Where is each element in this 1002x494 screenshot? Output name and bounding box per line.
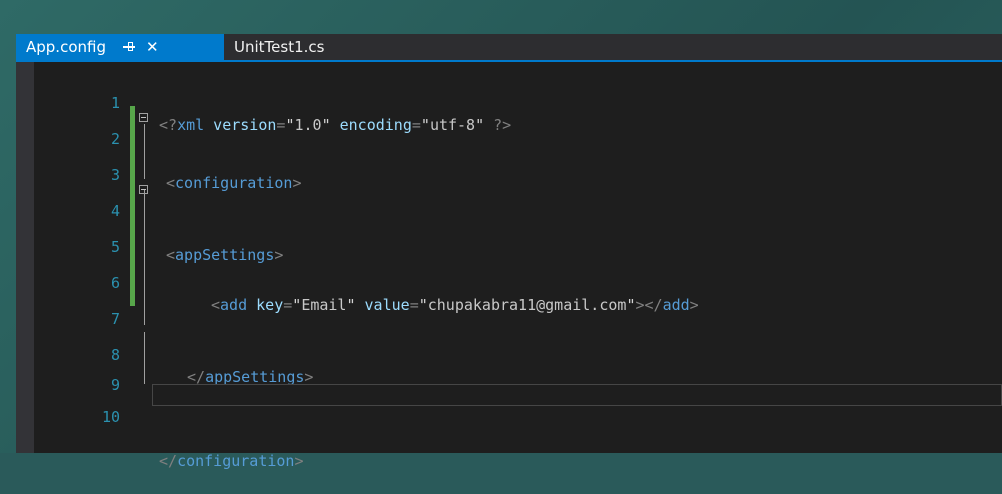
token: > xyxy=(294,452,304,470)
desktop-background: App.config ✕ UnitTest1.cs 1 <?xml versio… xyxy=(0,0,1002,470)
line-content: </configuration> xyxy=(159,450,304,472)
tab-label: App.config xyxy=(26,38,106,56)
code-line[interactable]: 5 xyxy=(34,214,1002,256)
token: configuration xyxy=(177,452,295,470)
fold-minus-icon[interactable] xyxy=(139,113,148,122)
code-line[interactable]: 9 xyxy=(34,352,1002,394)
code-editor[interactable]: 1 <?xml version="1.0" encoding="utf-8" ?… xyxy=(34,62,1002,470)
code-line[interactable]: 3 xyxy=(34,142,1002,184)
tab-app-config[interactable]: App.config ✕ xyxy=(16,34,224,60)
left-margin-strip xyxy=(16,62,34,453)
token: </ xyxy=(159,452,178,470)
code-line[interactable]: 6 <add key="Email" value="chupakabra11@g… xyxy=(34,250,1002,314)
current-line-highlight xyxy=(152,384,1002,406)
code-line[interactable]: 1 <?xml version="1.0" encoding="utf-8" ?… xyxy=(34,70,1002,134)
line-number: 10 xyxy=(101,408,120,426)
change-tracking-bar xyxy=(130,106,135,306)
close-icon[interactable]: ✕ xyxy=(146,39,159,55)
tab-unittest1[interactable]: UnitTest1.cs xyxy=(224,34,325,60)
fold-minus-icon[interactable] xyxy=(139,185,148,194)
document-tab-bar: App.config ✕ UnitTest1.cs xyxy=(16,34,1002,62)
pin-icon[interactable] xyxy=(122,40,136,54)
code-line[interactable]: 8 </appSettings> xyxy=(34,322,1002,386)
code-line[interactable]: 4 <appSettings> xyxy=(34,178,1002,264)
code-line[interactable]: 2 <configuration> xyxy=(34,106,1002,192)
code-editor-window: App.config ✕ UnitTest1.cs 1 <?xml versio… xyxy=(16,34,1002,470)
tab-label: UnitTest1.cs xyxy=(234,38,325,56)
code-line[interactable]: 7 xyxy=(34,286,1002,328)
code-line-current[interactable]: 10 </configuration> xyxy=(34,384,1002,470)
